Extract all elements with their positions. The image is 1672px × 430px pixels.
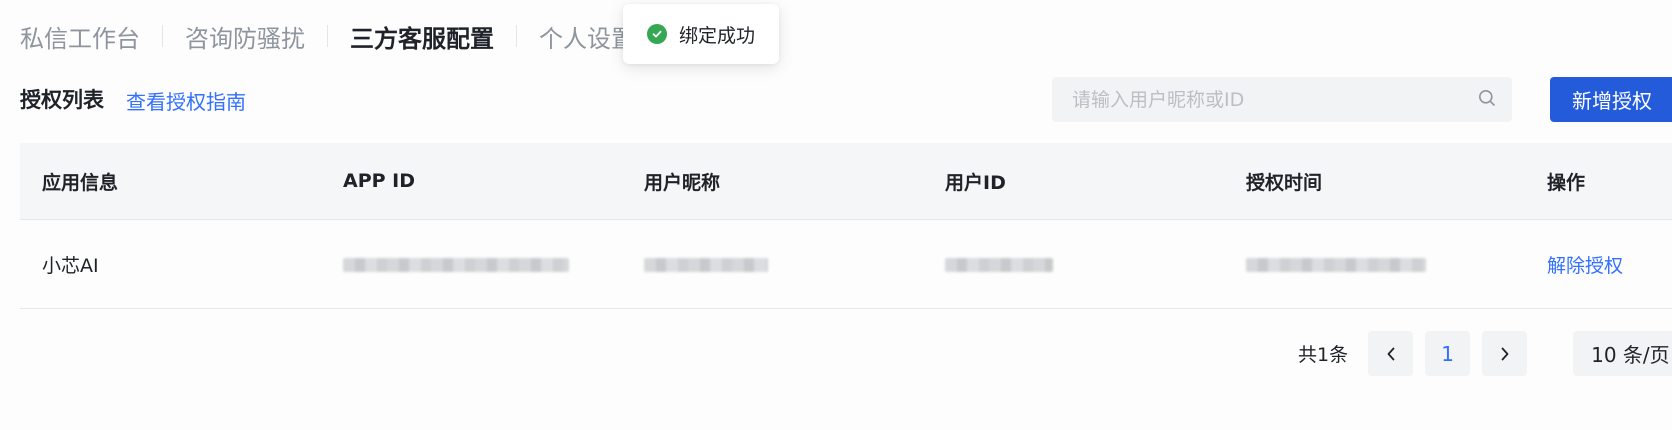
search-icon[interactable] bbox=[1478, 89, 1496, 111]
chevron-left-icon bbox=[1387, 347, 1394, 360]
app-info-cell: 小芯AI bbox=[42, 254, 99, 277]
success-toast: 绑定成功 bbox=[623, 4, 779, 64]
page-size-value: 10 条/页 bbox=[1591, 343, 1670, 367]
tab-divider bbox=[327, 25, 328, 47]
chevron-right-icon bbox=[1501, 347, 1508, 360]
prev-page-button[interactable] bbox=[1368, 331, 1414, 376]
total-count: 共1条 bbox=[1298, 344, 1349, 366]
next-page-button[interactable] bbox=[1482, 331, 1528, 376]
app-id-cell bbox=[321, 253, 622, 275]
search-input[interactable] bbox=[1070, 87, 1478, 112]
section-title: 授权列表 bbox=[20, 88, 104, 112]
user-id-cell bbox=[923, 253, 1224, 275]
redacted-auth-time bbox=[1246, 257, 1426, 272]
column-header-actions: 操作 bbox=[1547, 171, 1586, 194]
authorization-table: 应用信息 APP ID 用户昵称 用户ID 授权时间 操作 小芯AI 解除授权 bbox=[20, 143, 1672, 309]
page-size-select[interactable]: 10 条/页 bbox=[1573, 331, 1672, 376]
column-header-app-info: 应用信息 bbox=[42, 171, 119, 194]
tab-divider bbox=[516, 25, 517, 47]
user-nickname-cell bbox=[622, 253, 923, 275]
column-header-user-nickname: 用户昵称 bbox=[644, 171, 721, 194]
add-authorization-button[interactable]: 新增授权 bbox=[1550, 77, 1672, 122]
column-header-app-id: APP ID bbox=[343, 170, 416, 192]
revoke-authorization-link[interactable]: 解除授权 bbox=[1547, 255, 1623, 277]
redacted-user-id bbox=[945, 257, 1053, 272]
tab-personal-settings[interactable]: 个人设置 bbox=[539, 19, 635, 54]
view-auth-guide-link[interactable]: 查看授权指南 bbox=[126, 86, 246, 115]
column-header-user-id: 用户ID bbox=[945, 171, 1006, 194]
tab-consult-anti-harassment[interactable]: 咨询防骚扰 bbox=[185, 19, 305, 54]
toast-message: 绑定成功 bbox=[678, 24, 755, 47]
auth-time-cell bbox=[1224, 253, 1525, 275]
actions-cell: 解除授权 bbox=[1525, 251, 1672, 278]
redacted-app-id bbox=[343, 257, 569, 272]
table-row: 小芯AI 解除授权 bbox=[20, 220, 1672, 309]
search-box bbox=[1052, 77, 1512, 122]
column-header-auth-time: 授权时间 bbox=[1246, 171, 1323, 194]
tab-third-party-service-config[interactable]: 三方客服配置 bbox=[350, 19, 494, 54]
top-tabs: 私信工作台 咨询防骚扰 三方客服配置 个人设置 工具 bbox=[20, 14, 728, 58]
table-header: 应用信息 APP ID 用户昵称 用户ID 授权时间 操作 bbox=[20, 143, 1672, 220]
tab-divider bbox=[162, 25, 163, 47]
check-circle-icon bbox=[646, 24, 667, 44]
pagination: 共1条 1 10 条/页 bbox=[1298, 331, 1672, 376]
redacted-user-nickname bbox=[644, 257, 768, 272]
tab-message-workbench[interactable]: 私信工作台 bbox=[20, 19, 140, 54]
page-number-button[interactable]: 1 bbox=[1425, 331, 1471, 376]
